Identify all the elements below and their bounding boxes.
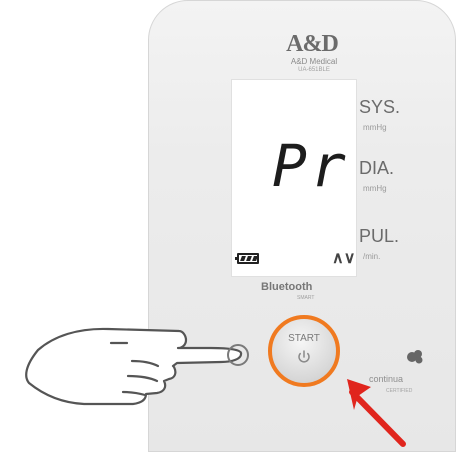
bluetooth-sub: SMART: [297, 295, 315, 301]
power-icon: [298, 350, 310, 363]
battery-icon: [235, 253, 259, 264]
finger-icon: [25, 327, 249, 406]
start-button[interactable]: START: [268, 315, 340, 387]
brand-subtitle: A&D Medical: [290, 57, 338, 66]
lcd-display: Pr ∧∨: [231, 79, 357, 277]
dia-label: DIA.: [359, 158, 395, 178]
continua-icon: [407, 350, 423, 364]
sys-unit: mmHg: [363, 123, 387, 132]
sys-label: SYS.: [359, 97, 401, 117]
pointer-arrow-icon: [347, 379, 406, 447]
dia-unit: mmHg: [363, 184, 387, 193]
pul-unit: /min.: [363, 252, 381, 261]
pressure-arrow-icon: ∧∨: [332, 250, 356, 267]
display-readout: Pr: [272, 132, 350, 200]
pul-label: PUL.: [359, 226, 400, 246]
start-button-label: START: [288, 333, 320, 344]
brand-logo: A&D: [286, 31, 339, 57]
model-number: UA-651BLE: [298, 67, 330, 73]
bluetooth-label: Bluetooth: [261, 281, 313, 293]
